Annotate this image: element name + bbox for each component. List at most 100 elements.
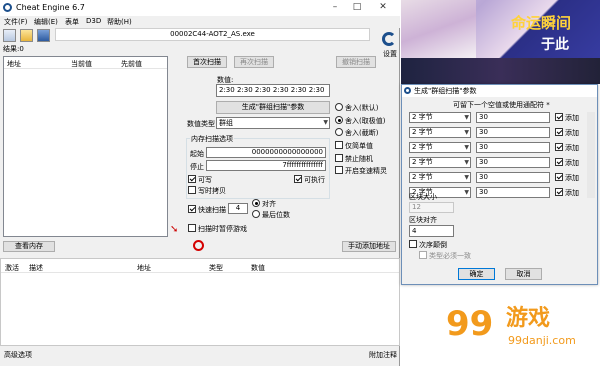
found-count: 结果:0 [3, 45, 24, 53]
pointer-arrow-icon[interactable]: ➘ [170, 225, 180, 235]
ok-button[interactable]: 确定 [458, 268, 495, 280]
row-value-input[interactable]: 30 [476, 142, 550, 153]
row-value-input[interactable]: 30 [476, 157, 550, 168]
executable-label: 可执行 [304, 176, 325, 184]
next-scan-button[interactable]: 再次扫描 [234, 56, 274, 68]
minimize-icon[interactable]: – [330, 2, 340, 12]
dialog-title: 生成"群组扫描"参数 [414, 87, 477, 95]
row-add-checkbox[interactable] [555, 128, 563, 136]
value-type-select[interactable]: 群组 ▼ [216, 117, 330, 129]
group-scan-dialog: 生成"群组扫描"参数 可留下一个空值或使用通配符 * 2 字节 ▼ 30 添加 2… [401, 84, 598, 285]
dialog-subtitle: 可留下一个空值或使用通配符 * [453, 101, 550, 109]
start-label: 起始 [190, 150, 204, 158]
advanced-options-link[interactable]: 高级选项 [4, 350, 32, 360]
menu-edit[interactable]: 编辑(E) [34, 17, 58, 27]
simple-values-label: 仅简单值 [345, 142, 373, 150]
executable-checkbox[interactable] [294, 175, 302, 183]
cancel-button[interactable]: 取消 [505, 268, 542, 280]
first-scan-button[interactable]: 首次扫描 [187, 56, 227, 68]
speedhack-checkbox[interactable] [335, 166, 343, 174]
chevron-down-icon: ▼ [464, 159, 469, 166]
row-add-label: 添加 [565, 144, 579, 152]
last-digits-radio[interactable] [252, 210, 260, 218]
out-of-order-checkbox[interactable] [409, 240, 417, 248]
memory-scan-options-title: 内存扫描选项 [190, 134, 234, 144]
row-add-label: 添加 [565, 174, 579, 182]
round-truncate-radio[interactable] [335, 128, 343, 136]
watermark-url: 99danji.com [508, 334, 576, 347]
clear-list-icon[interactable] [193, 240, 204, 251]
round-extreme-label: 舍入(取极值) [345, 117, 386, 125]
start-address-input[interactable]: 0000000000000000 [206, 147, 326, 158]
menu-help[interactable]: 帮助(H) [107, 17, 132, 27]
block-size-input: 12 [409, 202, 454, 213]
row-add-checkbox[interactable] [555, 188, 563, 196]
results-list[interactable]: 地址 当前值 先前值 [3, 56, 168, 237]
row-add-label: 添加 [565, 189, 579, 197]
block-align-input[interactable]: 4 [409, 225, 454, 237]
alignment-radio[interactable] [252, 199, 260, 207]
last-digits-label: 最后位数 [262, 211, 290, 219]
address-list[interactable]: 激活 描述 地址 类型 数值 [0, 258, 400, 346]
row-type-select[interactable]: 2 字节 ▼ [409, 112, 471, 123]
banner-subtitle: 于此 [541, 37, 569, 53]
chevron-down-icon: ▼ [464, 129, 469, 136]
same-type-label: 类型必须一致 [429, 252, 471, 260]
dialog-logo-icon [404, 87, 411, 94]
pause-game-checkbox[interactable] [188, 224, 196, 232]
fast-scan-input[interactable]: 4 [228, 203, 248, 214]
row-type-select[interactable]: 2 字节 ▼ [409, 157, 471, 168]
add-address-button[interactable]: 手动添加地址 [342, 241, 396, 252]
row-value-input[interactable]: 30 [476, 112, 550, 123]
save-icon[interactable] [37, 29, 50, 42]
menu-bar: 文件(F) 编辑(E) 表单 D3D 帮助(H) [0, 16, 400, 28]
settings-link[interactable]: 设置 [383, 49, 397, 59]
stop-address-input[interactable]: 7fffffffffffffff [206, 160, 326, 171]
value-input[interactable]: 2:30 2:30 2:30 2:30 2:30 2:30 [216, 84, 330, 97]
chevron-down-icon: ▼ [323, 119, 328, 126]
menu-d3d[interactable]: D3D [86, 17, 101, 25]
cheat-engine-window: Cheat Engine 6.7 – □ ✕ 文件(F) 编辑(E) 表单 D3… [0, 0, 400, 366]
simple-values-checkbox[interactable] [335, 141, 343, 149]
open-process-icon[interactable] [3, 29, 16, 42]
round-extreme-radio[interactable] [335, 116, 343, 124]
row-type-select[interactable]: 2 字节 ▼ [409, 172, 471, 183]
pause-game-label: 扫描时暂停游戏 [198, 225, 247, 233]
open-folder-icon[interactable] [20, 29, 33, 42]
copy-on-write-checkbox[interactable] [188, 186, 196, 194]
ce-logo-icon[interactable] [382, 32, 396, 46]
block-align-label: 区块对齐 [409, 216, 437, 224]
writable-checkbox[interactable] [188, 175, 196, 183]
maximize-icon[interactable]: □ [352, 2, 362, 12]
comments-link[interactable]: 附加注释 [369, 350, 397, 360]
row-type-value: 2 字节 [412, 143, 433, 151]
array-params-button[interactable]: 生成"群组扫描"参数 [216, 101, 330, 114]
row-add-checkbox[interactable] [555, 158, 563, 166]
row-value-input[interactable]: 30 [476, 127, 550, 138]
chevron-down-icon: ▼ [464, 114, 469, 121]
chevron-down-icon: ▼ [464, 144, 469, 151]
copy-on-write-label: 写时拷贝 [198, 187, 226, 195]
row-add-checkbox[interactable] [555, 143, 563, 151]
menu-table[interactable]: 表单 [65, 17, 79, 27]
game-banner-strip [401, 58, 600, 84]
view-memory-button[interactable]: 查看内存 [3, 241, 55, 252]
row-add-checkbox[interactable] [555, 113, 563, 121]
speedhack-label: 开启变速精灵 [345, 167, 387, 175]
row-value-input[interactable]: 30 [476, 187, 550, 198]
row-value-input[interactable]: 30 [476, 172, 550, 183]
site-watermark: 99 游戏 99danji.com [446, 290, 596, 360]
undo-scan-button[interactable]: 撤销扫描 [336, 56, 376, 68]
value-type-selected: 群组 [219, 119, 233, 127]
row-type-select[interactable]: 2 字节 ▼ [409, 142, 471, 153]
close-icon[interactable]: ✕ [378, 2, 388, 12]
disable-random-checkbox[interactable] [335, 154, 343, 162]
row-type-select[interactable]: 2 字节 ▼ [409, 127, 471, 138]
round-default-radio[interactable] [335, 103, 343, 111]
fast-scan-checkbox[interactable] [188, 205, 196, 213]
dialog-scrollbar[interactable] [587, 112, 595, 198]
row-add-checkbox[interactable] [555, 173, 563, 181]
same-type-checkbox[interactable] [419, 251, 427, 259]
title-bar: Cheat Engine 6.7 – □ ✕ [0, 0, 400, 16]
menu-file[interactable]: 文件(F) [4, 17, 28, 27]
